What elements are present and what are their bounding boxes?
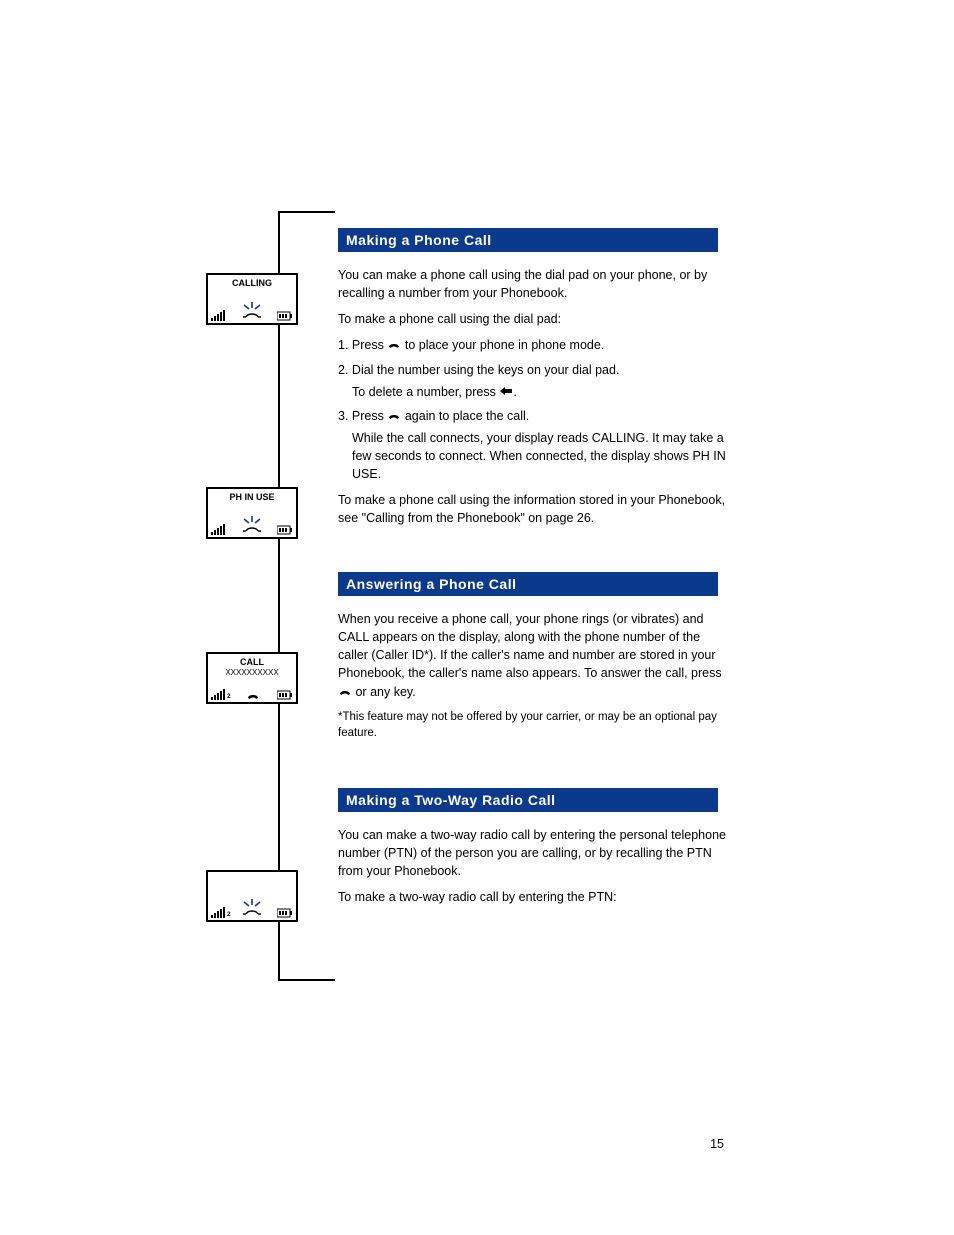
answer-text: When you receive a phone call, your phon… [338, 610, 733, 701]
channel-number: 2 [227, 911, 231, 918]
signal-icon [211, 523, 225, 535]
lcd-in-use: PH IN USE [206, 487, 298, 539]
lcd-text: CALL [208, 657, 296, 667]
signal-icon [211, 906, 225, 918]
step-1: 1. Press to place your phone in phone mo… [338, 336, 733, 354]
battery-icon [277, 908, 293, 918]
heading-text: Making a Two-Way Radio Call [338, 792, 556, 808]
section-body-making-call: You can make a phone call using the dial… [338, 258, 733, 536]
manual-page: Setting Up a Call Making a Phone Call Yo… [0, 0, 954, 1235]
lcd-incoming-call: CALL XXXXXXXXXX 2 [206, 652, 298, 704]
lcd-number: XXXXXXXXXX [208, 668, 296, 677]
heading-text: Making a Phone Call [338, 232, 492, 248]
signal-icon [211, 309, 225, 321]
two-way-intro: You can make a two-way radio call by ent… [338, 826, 733, 880]
heading-text: Answering a Phone Call [338, 576, 516, 592]
lcd-two-way: 2 [206, 870, 298, 922]
step-2: 2. Dial the number using the keys on you… [338, 361, 733, 401]
page-title: Setting Up a Call [338, 94, 569, 126]
phone-icon [387, 409, 401, 423]
section-heading-answering: Answering a Phone Call [338, 572, 718, 596]
battery-icon [277, 690, 293, 700]
phone-icon [247, 690, 259, 700]
footnote: *This feature may not be offered by your… [338, 709, 733, 742]
section-body-answering: When you receive a phone call, your phon… [338, 602, 733, 750]
bracket-rule [278, 211, 335, 981]
step-3: 3. Press again to place the call. While … [338, 407, 733, 484]
lcd-calling: CALLING [206, 273, 298, 325]
lcd-text: CALLING [208, 278, 296, 288]
lcd-text: PH IN USE [208, 492, 296, 502]
battery-icon [277, 525, 293, 535]
section-heading-two-way: Making a Two-Way Radio Call [338, 788, 718, 812]
steps-intro: To make a phone call using the dial pad: [338, 310, 733, 328]
phone-icon [338, 685, 352, 699]
battery-icon [277, 311, 293, 321]
signal-icon [211, 688, 225, 700]
section-body-two-way: You can make a two-way radio call by ent… [338, 818, 733, 915]
section-heading-making-call: Making a Phone Call [338, 228, 718, 252]
intro-text: You can make a phone call using the dial… [338, 266, 733, 302]
two-way-steps-intro: To make a two-way radio call by entering… [338, 888, 733, 906]
phone-icon [387, 338, 401, 352]
screen-tip: While the call connects, your display re… [338, 429, 733, 483]
left-arrow-icon [499, 385, 513, 399]
page-number: 15 [710, 1137, 724, 1151]
channel-number: 2 [227, 693, 231, 700]
see-also: To make a phone call using the informati… [338, 491, 733, 527]
